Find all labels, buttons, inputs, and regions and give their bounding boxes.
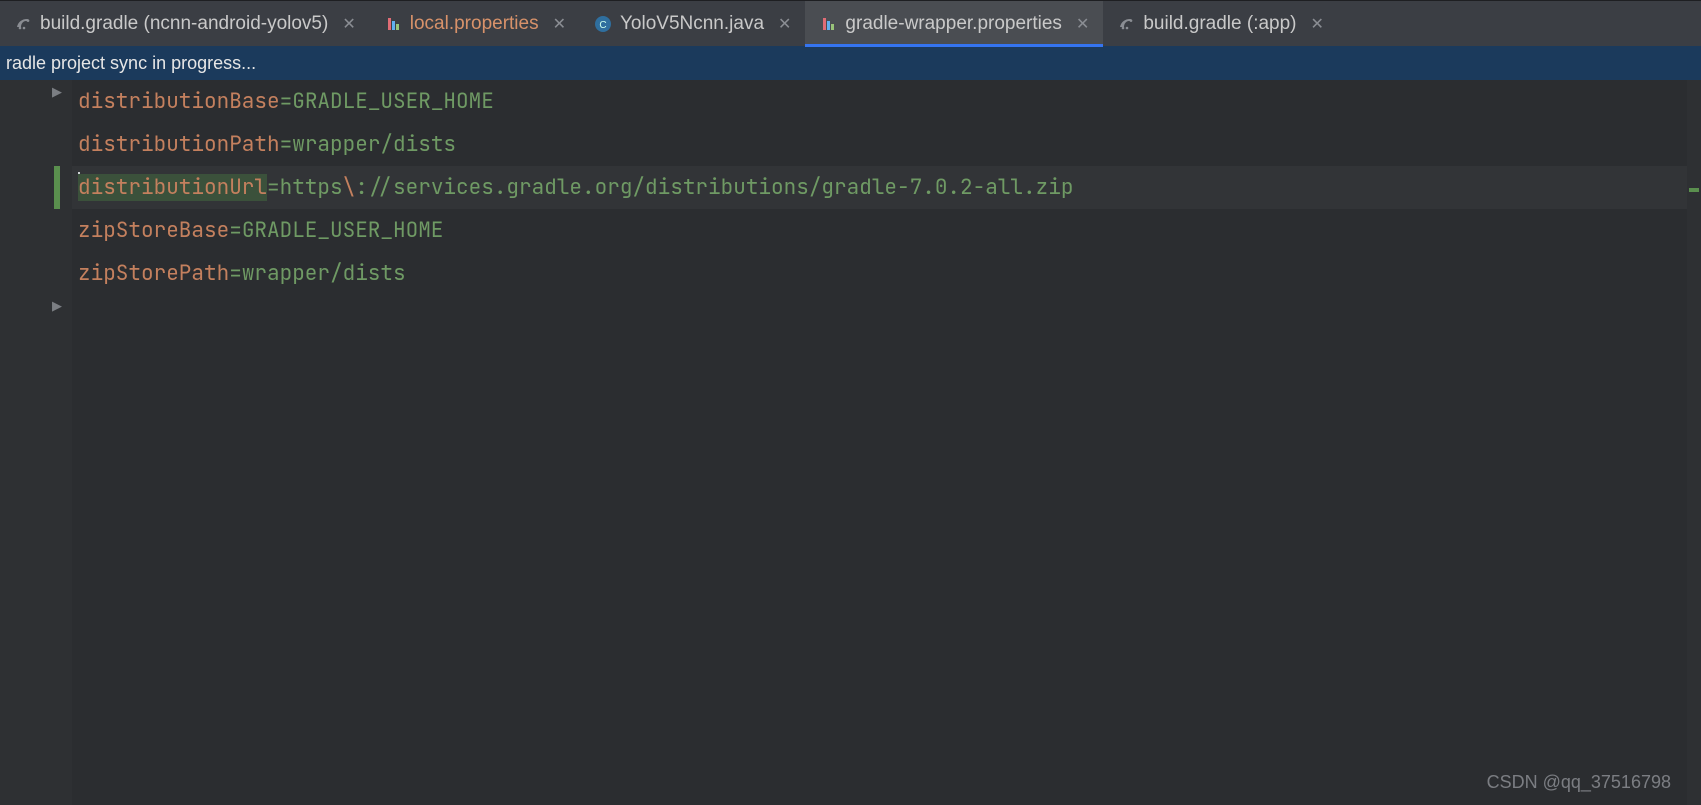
editor-scrollbar[interactable] <box>1687 80 1701 805</box>
editor-tab-0[interactable]: build.gradle (ncnn-android-yolov5) ✕ <box>0 1 370 46</box>
property-value: GRADLE_USER_HOME <box>292 88 494 115</box>
close-icon[interactable]: ✕ <box>1076 14 1089 34</box>
properties-file-icon <box>819 15 837 33</box>
gradle-file-icon <box>1117 15 1135 33</box>
editor-tab-1[interactable]: local.properties ✕ <box>370 1 580 46</box>
property-key: zipStoreBase <box>78 217 229 244</box>
property-value: \ <box>343 174 356 201</box>
code-line[interactable]: distributionPath=wrapper/dists <box>72 123 1701 166</box>
close-icon[interactable]: ✕ <box>778 14 791 34</box>
property-key: distributionBase <box>78 88 280 115</box>
scrollbar-change-marker <box>1689 188 1699 192</box>
gradle-file-icon <box>14 15 32 33</box>
code-line[interactable]: zipStoreBase=GRADLE_USER_HOME <box>72 209 1701 252</box>
code-area[interactable]: distributionBase=GRADLE_USER_HOMEdistrib… <box>72 80 1701 805</box>
equals-sign: = <box>267 174 280 201</box>
close-icon[interactable]: ✕ <box>342 14 355 34</box>
properties-file-icon <box>384 15 402 33</box>
tab-label: YoloV5Ncnn.java <box>620 13 764 35</box>
editor-tab-3[interactable]: gradle-wrapper.properties ✕ <box>805 1 1103 46</box>
java-file-icon: C <box>594 15 612 33</box>
equals-sign: = <box>229 260 242 287</box>
equals-sign: = <box>280 88 293 115</box>
property-key: zipStorePath <box>78 260 229 287</box>
tab-label: build.gradle (:app) <box>1143 13 1296 35</box>
watermark-text: CSDN @qq_37516798 <box>1487 772 1671 793</box>
tab-label: local.properties <box>410 13 539 35</box>
code-line[interactable]: distributionBase=GRADLE_USER_HOME <box>72 80 1701 123</box>
sync-notification-text: radle project sync in progress... <box>6 53 256 74</box>
close-icon[interactable]: ✕ <box>1311 14 1324 34</box>
close-icon[interactable]: ✕ <box>553 14 566 34</box>
property-value: https <box>280 174 343 201</box>
editor-tab-2[interactable]: C YoloV5Ncnn.java ✕ <box>580 1 805 46</box>
property-key: distributionPath <box>78 131 280 158</box>
editor-tab-bar: build.gradle (ncnn-android-yolov5)✕local… <box>0 0 1701 46</box>
change-marker <box>54 166 60 209</box>
code-editor[interactable]: ▶ ▶ distributionBase=GRADLE_USER_HOMEdis… <box>0 80 1701 805</box>
fold-marker-icon[interactable]: ▶ <box>52 298 62 314</box>
fold-marker-icon[interactable]: ▶ <box>52 84 62 100</box>
code-line[interactable]: distributionUrl=https\://services.gradle… <box>72 166 1701 209</box>
property-key: distributionUrl <box>78 174 267 201</box>
property-value: ://services.gradle.org/distributions/gra… <box>355 174 1073 201</box>
tab-label: gradle-wrapper.properties <box>845 13 1062 35</box>
property-value: GRADLE_USER_HOME <box>242 217 444 244</box>
equals-sign: = <box>280 131 293 158</box>
editor-tab-4[interactable]: build.gradle (:app) ✕ <box>1103 1 1338 46</box>
property-value: wrapper/dists <box>242 260 406 287</box>
equals-sign: = <box>229 217 242 244</box>
editor-gutter[interactable]: ▶ ▶ <box>0 80 72 805</box>
tab-label: build.gradle (ncnn-android-yolov5) <box>40 13 328 35</box>
property-value: wrapper/dists <box>292 131 456 158</box>
svg-text:C: C <box>599 20 606 31</box>
code-line[interactable]: zipStorePath=wrapper/dists <box>72 252 1701 295</box>
sync-notification-bar: radle project sync in progress... <box>0 46 1701 80</box>
